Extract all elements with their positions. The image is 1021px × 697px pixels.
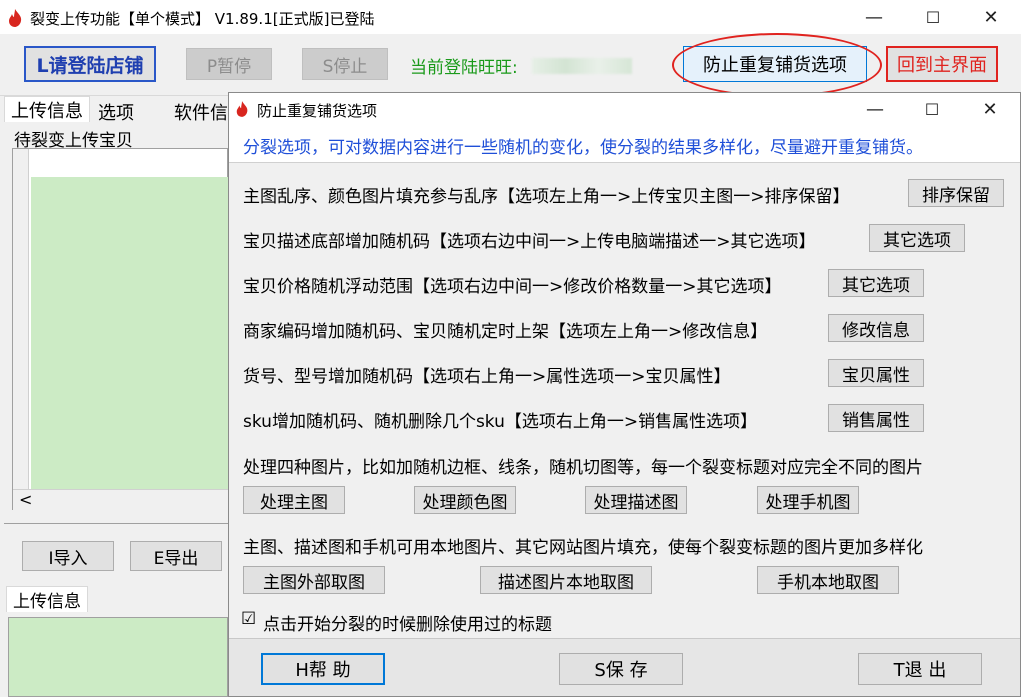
blurred-account-name xyxy=(532,58,632,74)
row-header xyxy=(13,149,29,489)
description-image-local-fetch-button[interactable]: 描述图片本地取图 xyxy=(480,566,652,594)
stop-button[interactable]: S停止 xyxy=(302,48,388,80)
close-button[interactable]: ✕ xyxy=(968,0,1014,34)
prevent-duplicate-dialog: 防止重复铺货选项 — ☐ ✕ 分裂选项，可对数据内容进行一些随机的变化，使分裂的… xyxy=(228,92,1021,697)
help-button[interactable]: H帮 助 xyxy=(261,653,385,685)
exit-button[interactable]: T退 出 xyxy=(858,653,982,685)
image-source-text: 主图、描述图和手机可用本地图片、其它网站图片填充，使每个裂变标题的图片更加多样化 xyxy=(243,538,923,558)
export-button[interactable]: E导出 xyxy=(130,541,222,571)
app-flame-icon xyxy=(7,8,23,32)
other-options-button[interactable]: 其它选项 xyxy=(869,224,965,252)
tab-upload-info[interactable]: 上传信息 xyxy=(4,96,90,122)
option-row-text: 商家编码增加随机码、宝贝随机定时上架【选项左上角一>修改信息】 xyxy=(243,322,768,342)
other-options-button[interactable]: 其它选项 xyxy=(828,269,924,297)
scroll-left-arrow-icon[interactable]: < xyxy=(19,490,32,509)
dialog-maximize-button[interactable]: ☐ xyxy=(909,93,955,125)
pause-button[interactable]: P暂停 xyxy=(186,48,272,80)
tab-options[interactable]: 选项 xyxy=(92,99,140,125)
main-image-external-fetch-button[interactable]: 主图外部取图 xyxy=(243,566,385,594)
process-color-image-button[interactable]: 处理颜色图 xyxy=(414,486,516,514)
dialog-close-button[interactable]: ✕ xyxy=(967,93,1013,125)
current-login-label: 当前登陆旺旺: xyxy=(410,58,518,78)
checkbox-icon[interactable]: ☑ xyxy=(241,609,256,629)
login-shop-button[interactable]: L请登陆店铺 xyxy=(24,46,156,82)
modify-info-button[interactable]: 修改信息 xyxy=(828,314,924,342)
tab-software-info[interactable]: 软件信 xyxy=(168,99,234,125)
tab-upload-info-log[interactable]: 上传信息 xyxy=(6,586,88,612)
dialog-flame-icon xyxy=(235,100,249,122)
maximize-button[interactable]: ☐ xyxy=(910,0,956,34)
panel-divider xyxy=(4,523,228,524)
highlight-circle xyxy=(672,33,882,97)
import-button[interactable]: I导入 xyxy=(22,541,114,571)
option-row-text: sku增加随机码、随机删除几个sku【选项右上角一>销售属性选项】 xyxy=(243,412,758,432)
process-main-image-button[interactable]: 处理主图 xyxy=(243,486,345,514)
image-processing-text: 处理四种图片，比如加随机边框、线条，随机切图等，每一个裂变标题对应完全不同的图片 xyxy=(243,458,923,478)
item-attributes-button[interactable]: 宝贝属性 xyxy=(828,359,924,387)
process-mobile-image-button[interactable]: 处理手机图 xyxy=(757,486,859,514)
dialog-title: 防止重复铺货选项 xyxy=(257,102,378,120)
save-button[interactable]: S保 存 xyxy=(559,653,683,685)
horizontal-scrollbar[interactable]: < xyxy=(13,489,229,511)
upload-info-log xyxy=(8,617,228,697)
option-row-text: 主图乱序、颜色图片填充参与乱序【选项左上角一>上传宝贝主图一>排序保留】 xyxy=(243,187,850,207)
process-description-image-button[interactable]: 处理描述图 xyxy=(585,486,687,514)
mobile-local-fetch-button[interactable]: 手机本地取图 xyxy=(757,566,899,594)
option-row-text: 宝贝价格随机浮动范围【选项右边中间一>修改价格数量一>其它选项】 xyxy=(243,277,782,297)
option-row-text: 货号、型号增加随机码【选项右上角一>属性选项一>宝贝属性】 xyxy=(243,367,731,387)
sort-retain-button[interactable]: 排序保留 xyxy=(908,179,1004,207)
delete-used-titles-label[interactable]: 点击开始分裂的时候删除使用过的标题 xyxy=(263,610,552,635)
minimize-button[interactable]: — xyxy=(851,0,897,34)
dialog-minimize-button[interactable]: — xyxy=(852,93,898,125)
sales-attributes-button[interactable]: 销售属性 xyxy=(828,404,924,432)
dialog-header-text: 分裂选项，可对数据内容进行一些随机的变化，使分裂的结果多样化，尽量避开重复铺货。 xyxy=(243,138,923,158)
window-title: 裂变上传功能【单个模式】 V1.89.1[正式版]已登陆 xyxy=(30,10,375,28)
back-to-main-button[interactable]: 回到主界面 xyxy=(886,46,998,82)
list-item[interactable] xyxy=(31,177,229,489)
option-row-text: 宝贝描述底部增加随机码【选项右边中间一>上传电脑端描述一>其它选项】 xyxy=(243,232,816,252)
pending-items-list[interactable]: < xyxy=(12,148,229,511)
